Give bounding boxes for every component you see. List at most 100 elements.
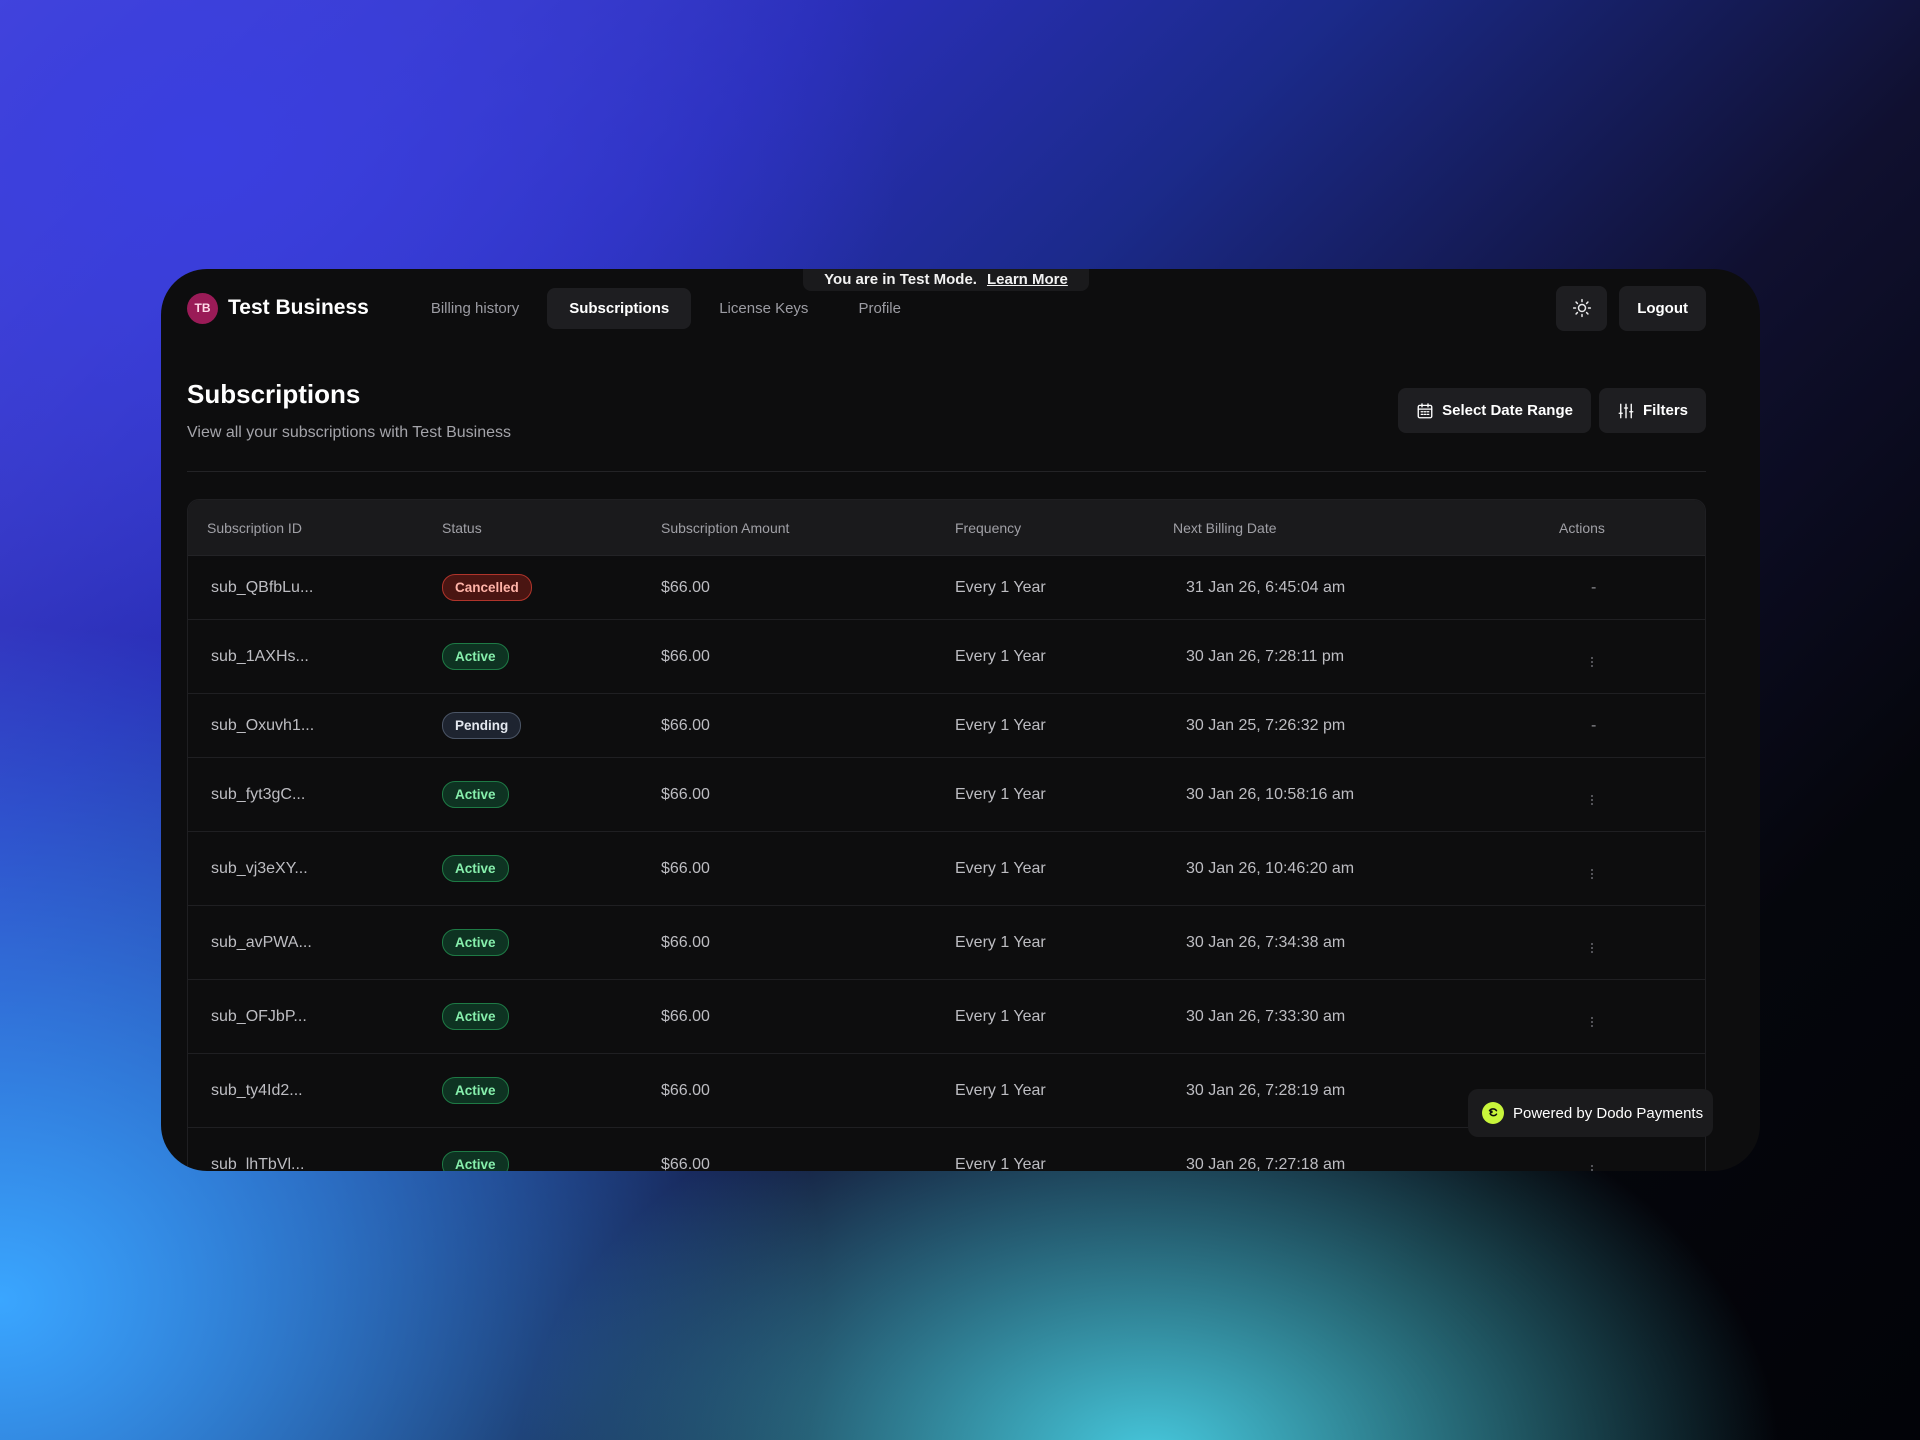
next-billing-cell: 30 Jan 26, 10:58:16 am [1186,785,1355,803]
status-badge: Active [442,929,509,956]
subscription-id-cell[interactable]: sub_avPWA... [188,934,442,952]
status-cell: Active [442,1003,661,1030]
column-subscription-amount: Subscription Amount [661,519,790,536]
frequency-cell: Every 1 Year [955,578,1046,596]
subscription-id-cell[interactable]: sub_lhTbVl... [188,1156,442,1172]
frequency-cell: Every 1 Year [955,1081,1046,1099]
next-billing-cell: 30 Jan 26, 7:33:30 am [1186,1007,1346,1025]
page-title: Subscriptions [187,379,361,409]
status-cell: Active [442,781,661,808]
amount-cell: $66.00 [661,647,710,665]
table-row[interactable]: sub_vj3eXY... Active $66.00 Every 1 Year 30 … [188,832,1705,906]
status-cell: Pending [442,712,661,739]
more-vertical-icon[interactable] [1591,869,1593,879]
row-actions-cell [1545,1006,1705,1027]
status-cell: Active [442,643,661,670]
subscription-id-cell[interactable]: sub_QBfbLu... [188,579,442,597]
subscription-id-cell[interactable]: sub_fyt3gC... [188,786,442,804]
row-actions-cell [1545,1154,1705,1171]
frequency-cell: Every 1 Year [955,933,1046,951]
table-row[interactable]: sub_avPWA... Active $66.00 Every 1 Year 30 J… [188,906,1705,980]
nav-license-keys[interactable]: License Keys [697,288,830,329]
subscription-id-cell[interactable]: sub_1AXHs... [188,648,442,666]
status-cell: Active [442,929,661,956]
page-subtitle: View all your subscriptions with Test Bu… [187,424,511,441]
more-vertical-icon[interactable] [1591,1017,1593,1027]
subscription-id-cell[interactable]: sub_ty4Id2... [188,1082,442,1100]
row-actions-cell [1545,858,1705,879]
app-window: You are in Test Mode. Learn More TB Test… [161,269,1760,1171]
amount-cell: $66.00 [661,859,710,877]
page-actions: Select Date Range Filters [1398,388,1706,433]
amount-cell: $66.00 [661,578,710,596]
frequency-cell: Every 1 Year [955,785,1046,803]
column-subscription-id: Subscription ID [207,519,302,536]
table-row[interactable]: sub_Oxuvh1... Pending $66.00 Every 1 Year 30… [188,694,1705,758]
subscription-id-cell[interactable]: sub_Oxuvh1... [188,717,442,735]
subscriptions-table: Subscription ID Status Subscription Amou… [187,499,1706,1171]
calendar-icon [1417,402,1433,418]
table-row[interactable]: sub_QBfbLu... Cancelled $66.00 Every 1 Year… [188,556,1705,620]
frequency-cell: Every 1 Year [955,859,1046,877]
amount-cell: $66.00 [661,716,710,734]
nav-profile[interactable]: Profile [836,288,923,329]
column-status: Status [442,519,482,536]
row-actions-cell [1545,784,1705,805]
status-badge: Pending [442,712,522,739]
logout-button[interactable]: Logout [1619,285,1706,331]
row-actions-cell [1545,646,1705,667]
amount-cell: $66.00 [661,1007,710,1025]
status-badge: Active [442,855,509,882]
column-actions: Actions [1559,519,1605,536]
table-row[interactable]: sub_fyt3gC... Active $66.00 Every 1 Year 30 … [188,758,1705,832]
nav-billing-history[interactable]: Billing history [409,288,541,329]
status-cell: Active [442,1151,661,1171]
table-header: Subscription ID Status Subscription Amou… [188,500,1705,556]
more-vertical-icon[interactable] [1591,943,1593,953]
status-badge: Active [442,1077,509,1104]
next-billing-cell: 30 Jan 26, 10:46:20 am [1186,859,1355,877]
status-cell: Active [442,855,661,882]
sliders-icon [1618,403,1634,418]
row-actions-cell [1545,932,1705,953]
table-row[interactable]: sub_OFJbP... Active $66.00 Every 1 Year 30 J… [188,980,1705,1054]
select-date-range-label: Select Date Range [1442,402,1573,419]
amount-cell: $66.00 [661,1155,710,1172]
select-date-range-button[interactable]: Select Date Range [1398,388,1591,433]
status-cell: Cancelled [442,574,661,601]
status-badge: Active [442,1151,509,1171]
next-billing-cell: 31 Jan 26, 6:45:04 am [1186,578,1346,596]
frequency-cell: Every 1 Year [955,1007,1046,1025]
main-nav: Billing history Subscriptions License Ke… [409,287,923,329]
more-vertical-icon[interactable] [1591,1165,1593,1171]
business-name: Test Business [228,296,369,319]
next-billing-cell: 30 Jan 26, 7:27:18 am [1186,1155,1346,1172]
next-billing-cell: 30 Jan 26, 7:28:11 pm [1186,647,1345,665]
next-billing-cell: 30 Jan 26, 7:34:38 am [1186,933,1346,951]
table-body: sub_QBfbLu... Cancelled $66.00 Every 1 Year… [188,556,1705,1171]
powered-by-text: Powered by Dodo Payments [1513,1104,1704,1122]
theme-toggle-button[interactable] [1556,285,1608,331]
next-billing-cell: 30 Jan 25, 7:26:32 pm [1186,716,1346,734]
status-cell: Active [442,1077,661,1104]
frequency-cell: Every 1 Year [955,647,1046,665]
status-badge: Active [442,1003,509,1030]
amount-cell: $66.00 [661,933,710,951]
nav-subscriptions[interactable]: Subscriptions [547,287,692,329]
row-actions-cell: - [1591,716,1597,734]
amount-cell: $66.00 [661,1081,710,1099]
subscription-id-cell[interactable]: sub_OFJbP... [188,1008,442,1026]
more-vertical-icon[interactable] [1591,657,1593,667]
sun-icon [1572,298,1591,318]
top-right-actions: Logout [1556,285,1706,331]
header-divider [187,471,1706,472]
powered-by-badge[interactable]: Powered by Dodo Payments [1468,1089,1713,1137]
top-nav-bar: TB Test Business Billing history Subscri… [187,285,1706,331]
column-next-billing-date: Next Billing Date [1173,519,1277,536]
row-actions-cell: - [1591,578,1597,596]
more-vertical-icon[interactable] [1591,795,1593,805]
table-row[interactable]: sub_1AXHs... Active $66.00 Every 1 Year 30 J… [188,620,1705,694]
frequency-cell: Every 1 Year [955,1155,1046,1172]
subscription-id-cell[interactable]: sub_vj3eXY... [188,860,442,878]
filters-button[interactable]: Filters [1598,388,1706,433]
